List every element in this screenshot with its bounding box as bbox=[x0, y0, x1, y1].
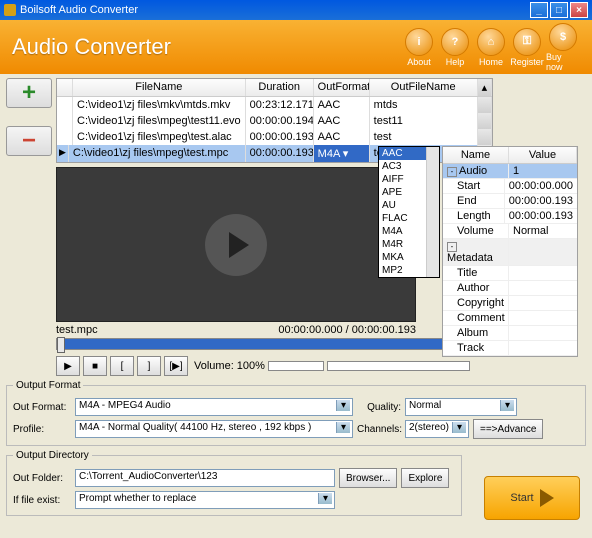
mark-out-button[interactable]: ] bbox=[137, 356, 161, 376]
dropdown-scrollbar[interactable] bbox=[426, 147, 439, 277]
close-button[interactable]: × bbox=[570, 2, 588, 18]
prop-row[interactable]: End00:00:00.193 bbox=[443, 194, 577, 209]
col-outformat[interactable]: OutFormat bbox=[314, 79, 370, 96]
buy-button[interactable]: $Buy now bbox=[546, 23, 580, 72]
app-title: Audio Converter bbox=[12, 34, 171, 60]
prop-row[interactable]: Comment bbox=[443, 311, 577, 326]
format-dropdown-cell[interactable]: M4A ▾ bbox=[314, 145, 370, 162]
ifexist-select[interactable]: Prompt whether to replace bbox=[75, 491, 335, 509]
help-button[interactable]: ?Help bbox=[438, 28, 472, 67]
table-row[interactable]: C:\video1\zj files\mpeg\test.alac00:00:0… bbox=[57, 129, 492, 145]
volume-bar[interactable] bbox=[268, 361, 324, 371]
titlebar: Boilsoft Audio Converter _ □ × bbox=[0, 0, 592, 20]
key-icon: ⚿ bbox=[513, 28, 541, 56]
preview-time: 00:00:00.000 / 00:00:00.193 bbox=[278, 324, 416, 336]
seek-slider[interactable] bbox=[56, 338, 466, 350]
property-grid[interactable]: NameValue -Audio1 Start00:00:00.000 End0… bbox=[442, 146, 578, 357]
col-filename[interactable]: FileName bbox=[73, 79, 246, 96]
play-icon[interactable] bbox=[205, 214, 267, 276]
mark-in-button[interactable]: [ bbox=[110, 356, 134, 376]
outfolder-label: Out Folder: bbox=[13, 473, 71, 484]
profile-select[interactable]: M4A - Normal Quality( 44100 Hz, stereo ,… bbox=[75, 420, 353, 438]
home-icon: ⌂ bbox=[477, 28, 505, 56]
col-outfilename[interactable]: OutFileName bbox=[370, 79, 478, 96]
info-icon: i bbox=[405, 28, 433, 56]
prop-category[interactable]: -Metadata bbox=[443, 239, 577, 266]
outformat-select[interactable]: M4A - MPEG4 Audio bbox=[75, 398, 353, 416]
col-name: Name bbox=[443, 147, 509, 163]
col-duration[interactable]: Duration bbox=[246, 79, 314, 96]
add-file-button[interactable]: + bbox=[6, 78, 52, 108]
remove-file-button[interactable]: − bbox=[6, 126, 52, 156]
next-mark-button[interactable]: [▶] bbox=[164, 356, 188, 376]
about-button[interactable]: iAbout bbox=[402, 28, 436, 67]
prop-row[interactable]: Length00:00:00.193 bbox=[443, 209, 577, 224]
grid-header: FileName Duration OutFormat OutFileName … bbox=[57, 79, 492, 97]
slider-thumb[interactable] bbox=[57, 337, 65, 353]
prop-row[interactable]: Copyright bbox=[443, 296, 577, 311]
scrollbar-up-icon[interactable]: ▴ bbox=[478, 79, 492, 96]
prop-row[interactable]: VolumeNormal bbox=[443, 224, 577, 239]
advance-button[interactable]: ==>Advance bbox=[473, 419, 543, 439]
prop-row[interactable]: Track bbox=[443, 341, 577, 356]
home-button[interactable]: ⌂Home bbox=[474, 28, 508, 67]
col-value: Value bbox=[509, 147, 577, 163]
stop-button[interactable]: ■ bbox=[83, 356, 107, 376]
prop-row[interactable]: -Audio1 bbox=[443, 164, 577, 179]
prop-row[interactable]: Album bbox=[443, 326, 577, 341]
volume-track[interactable] bbox=[327, 361, 470, 371]
channels-label: Channels: bbox=[357, 424, 401, 435]
volume-label: Volume: bbox=[194, 360, 234, 372]
ifexist-label: If file exist: bbox=[13, 495, 71, 506]
register-button[interactable]: ⚿Register bbox=[510, 28, 544, 67]
preview-pane bbox=[56, 167, 416, 322]
format-dropdown[interactable]: AAC AC3 AIFF APE AU FLAC M4A M4R MKA MP2 bbox=[378, 146, 440, 278]
prop-row[interactable]: Start00:00:00.000 bbox=[443, 179, 577, 194]
table-row[interactable]: C:\video1\zj files\mkv\mtds.mkv00:23:12.… bbox=[57, 97, 492, 113]
app-icon bbox=[4, 4, 16, 16]
prop-row[interactable]: Author bbox=[443, 281, 577, 296]
preview-filename: test.mpc bbox=[56, 324, 98, 336]
outformat-label: Out Format: bbox=[13, 402, 71, 413]
play-button[interactable]: ▶ bbox=[56, 356, 80, 376]
collapse-icon[interactable]: - bbox=[447, 167, 457, 177]
profile-label: Profile: bbox=[13, 424, 71, 435]
current-row-icon: ▶ bbox=[57, 145, 69, 162]
explore-button[interactable]: Explore bbox=[401, 468, 449, 488]
header: Audio Converter iAbout ?Help ⌂Home ⚿Regi… bbox=[0, 20, 592, 74]
minimize-button[interactable]: _ bbox=[530, 2, 548, 18]
collapse-icon[interactable]: - bbox=[447, 242, 457, 252]
quality-select[interactable]: Normal bbox=[405, 398, 517, 416]
output-format-group: Output Format Out Format: M4A - MPEG4 Au… bbox=[6, 380, 586, 446]
window-title: Boilsoft Audio Converter bbox=[20, 4, 138, 16]
table-row[interactable]: C:\video1\zj files\mpeg\test11.evo00:00:… bbox=[57, 113, 492, 129]
start-button[interactable]: Start bbox=[484, 476, 580, 520]
cart-icon: $ bbox=[549, 23, 577, 51]
quality-label: Quality: bbox=[357, 402, 401, 413]
output-directory-group: Output Directory Out Folder: C:\Torrent_… bbox=[6, 450, 462, 516]
prop-row[interactable]: Title bbox=[443, 266, 577, 281]
volume-value: 100% bbox=[237, 360, 265, 372]
help-icon: ? bbox=[441, 28, 469, 56]
outfolder-input[interactable]: C:\Torrent_AudioConverter\123 bbox=[75, 469, 335, 487]
maximize-button[interactable]: □ bbox=[550, 2, 568, 18]
channels-select[interactable]: 2(stereo) bbox=[405, 420, 469, 438]
browse-button[interactable]: Browser... bbox=[339, 468, 397, 488]
